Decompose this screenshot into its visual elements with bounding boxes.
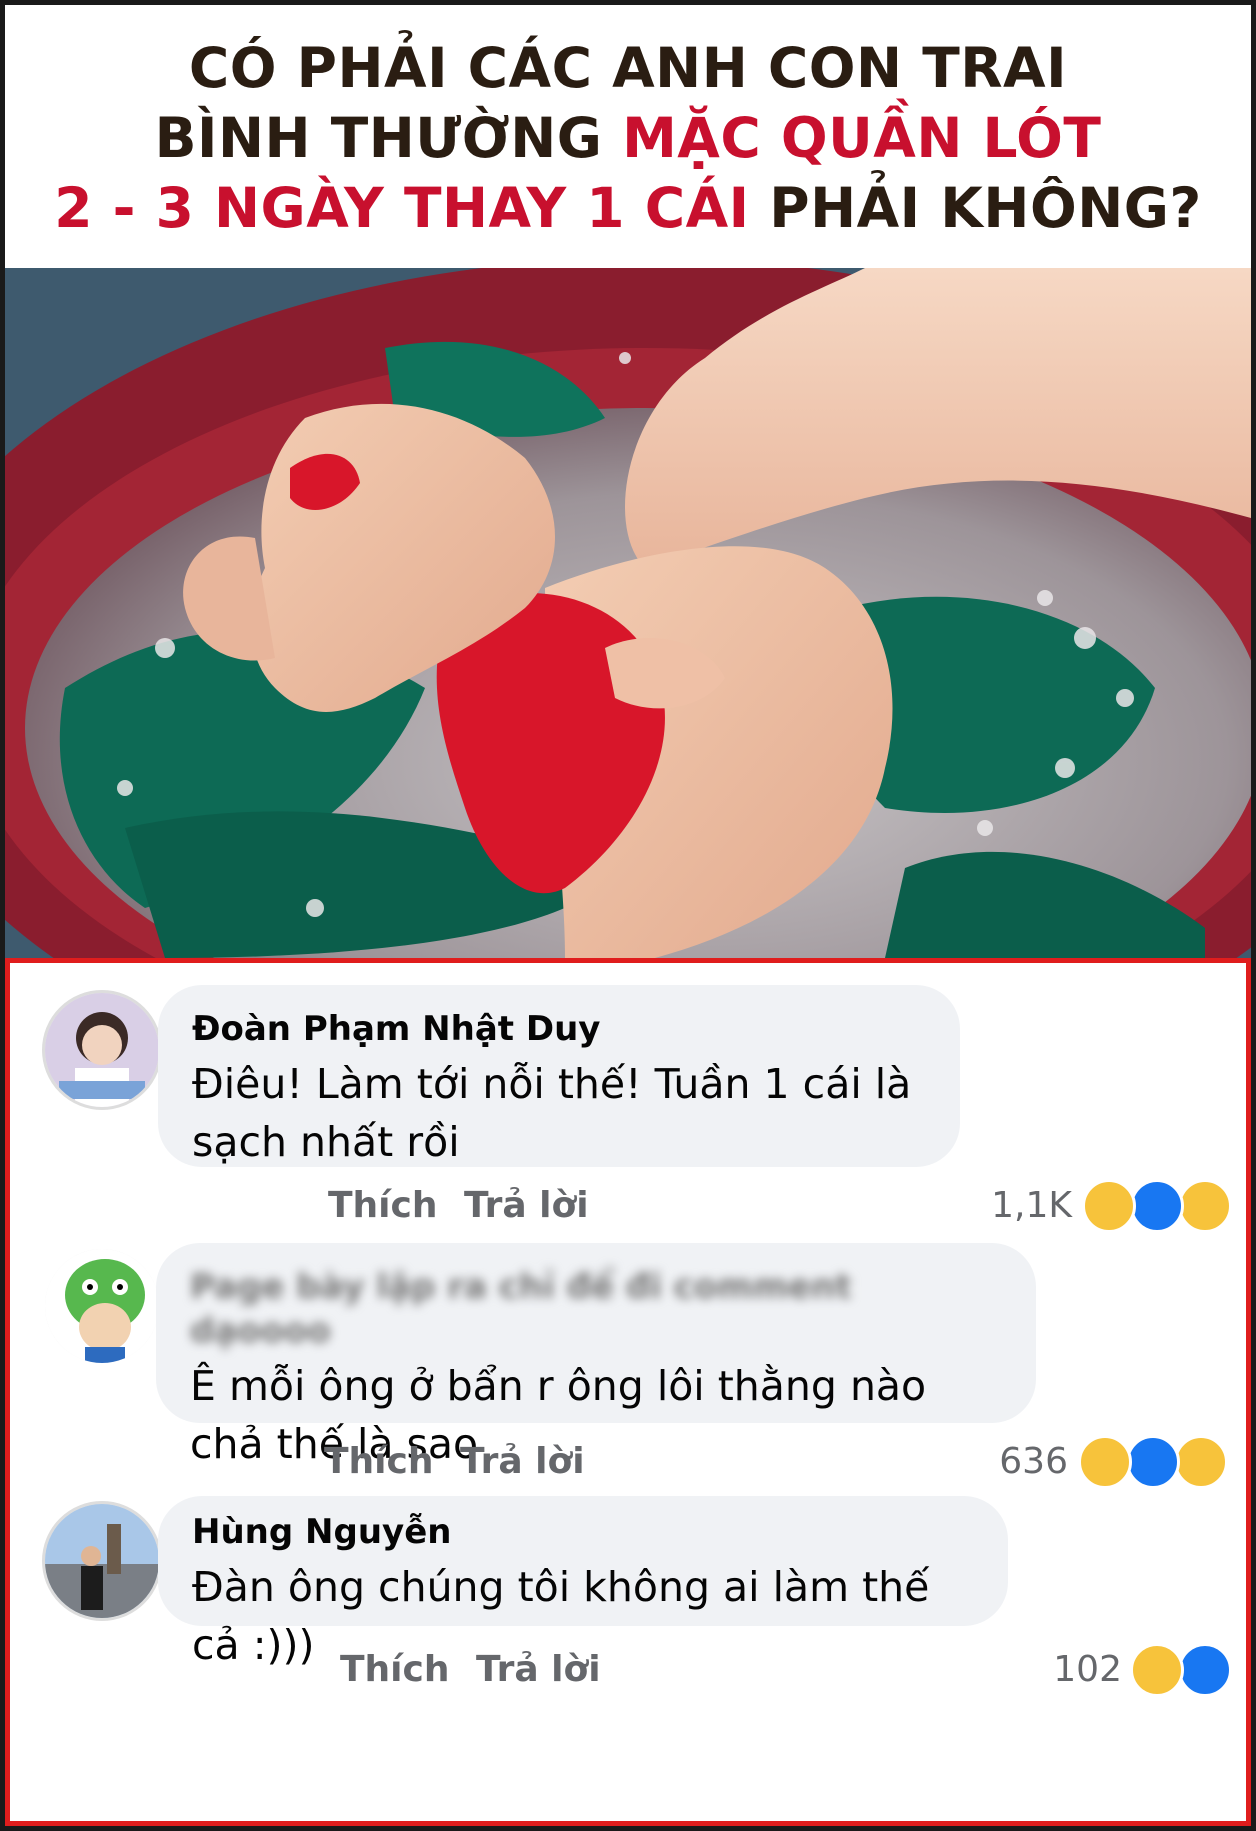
dinosaur-avatar-image xyxy=(45,1249,159,1363)
headline-line-3-red: 2 - 3 NGÀY THAY 1 CÁI xyxy=(54,176,750,240)
haha-icon xyxy=(1078,1435,1132,1489)
comment-author[interactable]: Page bày lập ra chỉ để đi comment dạoooo xyxy=(190,1265,1000,1353)
reaction-count: 636 xyxy=(999,1441,1068,1482)
avatar[interactable] xyxy=(42,990,162,1110)
reply-link[interactable]: Trả lời xyxy=(464,1185,589,1226)
comment-text: Điêu! Làm tới nỗi thế! Tuần 1 cái là sạc… xyxy=(192,1060,912,1166)
headline-line-3-dark: PHẢI KHÔNG? xyxy=(749,176,1202,240)
comment-bubble: Page bày lập ra chỉ để đi comment dạoooo… xyxy=(156,1243,1036,1468)
headline-banner: CÓ PHẢI CÁC ANH CON TRAI BÌNH THƯỜNG MẶC… xyxy=(5,5,1251,267)
comment-actions: Thích Trả lời xyxy=(328,1185,828,1235)
like-icon xyxy=(1130,1179,1184,1233)
headline-line-2-dark: BÌNH THƯỜNG xyxy=(154,106,623,170)
avatar-image xyxy=(45,1504,159,1618)
reaction-count: 102 xyxy=(1053,1649,1122,1690)
avatar-image xyxy=(45,993,159,1107)
headline: CÓ PHẢI CÁC ANH CON TRAI BÌNH THƯỜNG MẶC… xyxy=(5,5,1251,243)
sad-icon xyxy=(1178,1179,1232,1233)
avatar[interactable] xyxy=(42,1246,162,1366)
like-icon xyxy=(1178,1643,1232,1697)
headline-line-2-red: MẶC QUẦN LÓT xyxy=(622,106,1102,170)
avatar[interactable] xyxy=(42,1501,162,1621)
laundry-photo xyxy=(5,268,1251,958)
like-link[interactable]: Thích xyxy=(340,1649,450,1690)
haha-icon xyxy=(1082,1179,1136,1233)
reaction-summary[interactable]: 102 xyxy=(840,1643,1232,1699)
comment-author[interactable]: Đoàn Phạm Nhật Duy xyxy=(192,1007,924,1051)
hands-washing-laundry-image xyxy=(5,268,1251,958)
comment-actions: Thích Trả lời xyxy=(340,1649,840,1699)
reply-link[interactable]: Trả lời xyxy=(476,1649,601,1690)
like-link[interactable]: Thích xyxy=(328,1185,438,1226)
haha-icon xyxy=(1130,1643,1184,1697)
comment-actions: Thích Trả lời xyxy=(324,1441,824,1491)
comments-section: Đoàn Phạm Nhật Duy Điêu! Làm tới nỗi thế… xyxy=(5,958,1251,1826)
reply-link[interactable]: Trả lời xyxy=(460,1441,585,1482)
headline-line-1: CÓ PHẢI CÁC ANH CON TRAI xyxy=(188,36,1068,100)
comment-bubble: Hùng Nguyễn Đàn ông chúng tôi không ai l… xyxy=(158,1496,1008,1669)
like-icon xyxy=(1126,1435,1180,1489)
sad-icon xyxy=(1174,1435,1228,1489)
reaction-summary[interactable]: 1,1K xyxy=(840,1179,1232,1235)
comment-bubble: Đoàn Phạm Nhật Duy Điêu! Làm tới nỗi thế… xyxy=(158,985,960,1167)
reaction-count: 1,1K xyxy=(991,1185,1072,1226)
reaction-summary[interactable]: 636 xyxy=(836,1435,1228,1491)
like-link[interactable]: Thích xyxy=(324,1441,434,1482)
comment-author[interactable]: Hùng Nguyễn xyxy=(192,1510,972,1554)
